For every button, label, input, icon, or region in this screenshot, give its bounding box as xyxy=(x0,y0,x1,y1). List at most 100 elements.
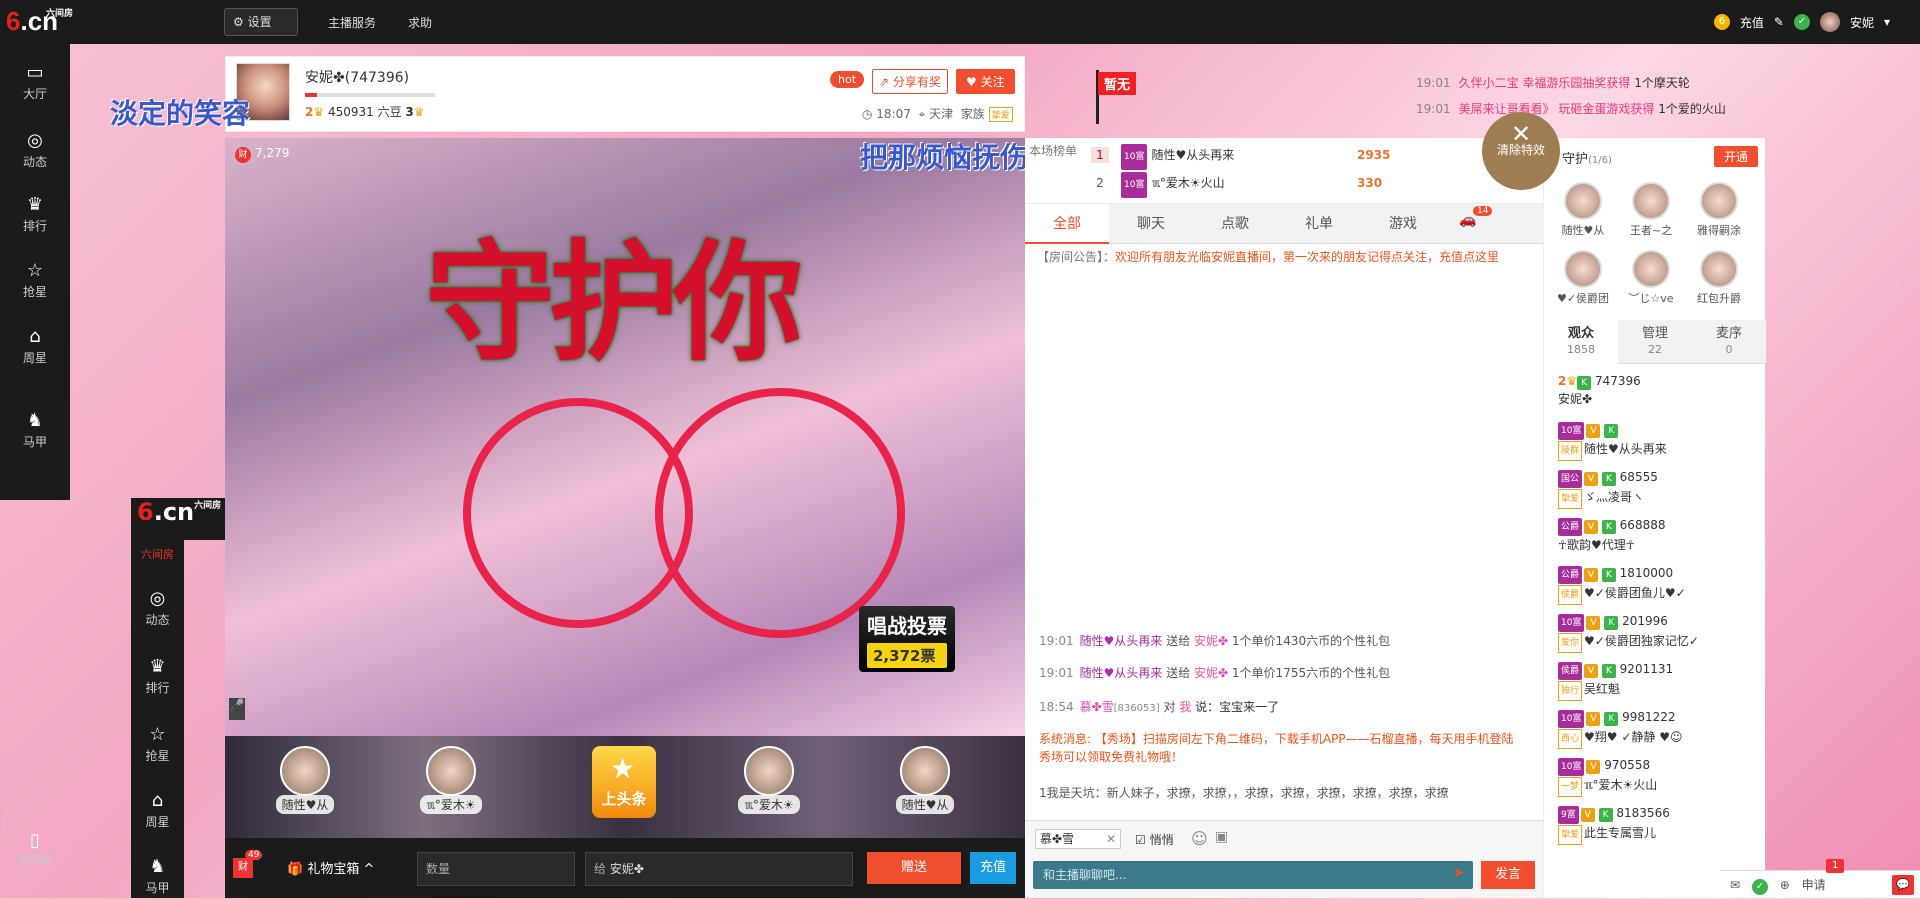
recipient-select[interactable]: 给 安妮✤ xyxy=(585,852,853,886)
nav-dynamic[interactable]: ◎ 动态 xyxy=(0,130,70,170)
video-player[interactable]: 财 7,279 守护你 唱战投票 2,372票 🎤 xyxy=(225,138,1025,736)
paper-plane-icon[interactable]: ➤ xyxy=(1453,865,1465,881)
crown-icon: ♛ xyxy=(149,656,166,677)
k-badge: K xyxy=(1577,376,1592,390)
strip-user[interactable]: 随性♥从 xyxy=(265,746,345,814)
recharge-button[interactable]: 充值 xyxy=(970,852,1016,884)
viewer-row[interactable]: 公爵 V K 1810000 侯爵 ♥✓侯爵团鱼儿♥✓ xyxy=(1558,564,1758,605)
user-area: 6 充值 ✎ ✓ 安妮 ▾ xyxy=(1713,12,1890,32)
user-avatar[interactable] xyxy=(1819,12,1840,32)
tab-audience[interactable]: 观众 1858 xyxy=(1544,320,1618,364)
emoji-icon[interactable]: ☺ xyxy=(1191,829,1208,848)
nav2-dynamic[interactable]: ◎ 动态 xyxy=(131,588,184,628)
tab-song[interactable]: 点歌 xyxy=(1193,204,1277,244)
quantity-input[interactable]: 数量 xyxy=(417,852,575,886)
headline-button[interactable]: ★ 上头条 xyxy=(592,746,656,818)
site-logo[interactable]: 6.cn 六间房 xyxy=(6,6,73,37)
chat-target-select[interactable]: 慕✤雪 ✕ xyxy=(1035,829,1121,849)
guard-member[interactable]: 雅得嗣涂 xyxy=(1688,182,1750,238)
family-tag[interactable]: 挚爱 xyxy=(988,107,1013,122)
open-guard-button[interactable]: 开通 xyxy=(1714,146,1759,167)
fortune-icon[interactable]: 财 xyxy=(233,858,253,878)
username[interactable]: 安妮 xyxy=(1850,14,1874,31)
rank-row[interactable]: 2 10富 ℼ°爱木☀火山 330 xyxy=(1091,170,1531,198)
viewer-row[interactable]: 10富 V 970558 一梦 ℼ°爱木☀火山 xyxy=(1558,756,1758,797)
edit-icon[interactable]: ✎ xyxy=(1774,15,1784,29)
strip-user[interactable]: ℼ°爱木☀ xyxy=(729,746,809,814)
treasure-box-button[interactable]: 🎁 礼物宝箱 ^ xyxy=(287,858,374,877)
crown-icon: ♛ xyxy=(413,105,425,119)
guard-member[interactable]: 红包升爵 xyxy=(1688,250,1750,306)
guard-member[interactable]: 随性♥从 xyxy=(1552,182,1614,238)
nav-rank[interactable]: ♛ 排行 xyxy=(0,194,70,234)
viewer-row[interactable]: 10富 V K 陵群 随性♥从头再来 xyxy=(1558,420,1758,461)
tab-all[interactable]: 全部 xyxy=(1025,204,1109,244)
mobile-version-link[interactable]: ▯ 移动版 xyxy=(10,830,60,867)
image-icon[interactable]: ▣ xyxy=(1215,829,1228,845)
guard-member[interactable]: 王者~之 xyxy=(1620,182,1682,238)
viewer-row[interactable]: 国公 V K 68555 挚爱 ゞ灬凌哥ヽ xyxy=(1558,468,1758,509)
chat-panel: 本场榜单 1 10富 随性♥从头再来 2935 2 10富 ℼ°爱木☀火山 330 全部 聊… xyxy=(1025,138,1543,898)
gift-animation-text: 守护你 xyxy=(425,226,803,379)
tab-games[interactable]: 游戏 xyxy=(1361,204,1445,244)
anchor-service-link[interactable]: 主播服务 xyxy=(328,14,376,31)
nav2-vest[interactable]: ♞ 马甲 xyxy=(131,856,184,896)
chevron-down-icon[interactable]: ▾ xyxy=(1884,15,1890,29)
check-icon[interactable]: ✓ xyxy=(1751,879,1768,895)
viewer-row[interactable]: 侯爵 V K 9201131 独行 吴红魁 xyxy=(1558,660,1758,701)
close-icon[interactable]: ✕ xyxy=(1106,830,1116,848)
nav-star[interactable]: ☆ 抢星 xyxy=(0,260,70,300)
tab-mic-queue[interactable]: 麦序 0 xyxy=(1692,320,1766,364)
share-button[interactable]: ⇗ 分享有奖 xyxy=(872,69,948,94)
guard-member[interactable]: ︶じ☆ve xyxy=(1620,250,1682,306)
nav-weekstar[interactable]: ⌂ 周星 xyxy=(0,326,70,366)
nav2-weekstar[interactable]: ⌂ 周星 xyxy=(131,790,184,830)
apply-link[interactable]: 申请 xyxy=(1802,878,1826,892)
vote-widget[interactable]: 唱战投票 2,372票 xyxy=(859,606,955,672)
nav-vest[interactable]: ♞ 马甲 xyxy=(0,410,70,450)
share-icon: ⇗ xyxy=(879,75,893,89)
chat-bubble-icon[interactable]: 💬 xyxy=(1892,875,1914,895)
v-badge: V xyxy=(1584,472,1599,486)
send-message-button[interactable]: 发言 xyxy=(1481,861,1535,889)
help-link[interactable]: 求助 xyxy=(408,14,432,31)
chat-message: 18:54 慕✤雪[836053] 对 我 说：宝宝来一了 xyxy=(1039,700,1280,714)
tab-gifts[interactable]: 礼单 xyxy=(1277,204,1361,244)
chat-input[interactable]: 和主播聊聊吧... xyxy=(1033,861,1473,889)
star-icon: ☆ xyxy=(26,260,44,281)
heart-icon: ♥ xyxy=(966,75,981,89)
nav-hall[interactable]: ▭ 大厅 xyxy=(0,62,70,102)
mail-icon[interactable]: ✉ xyxy=(1730,878,1740,892)
recharge-link[interactable]: 充值 xyxy=(1740,14,1764,31)
tab-chat[interactable]: 聊天 xyxy=(1109,204,1193,244)
gift-icon: 🎁 xyxy=(287,862,308,877)
viewer-row[interactable]: 2♛ K 747396 安妮✤ xyxy=(1558,372,1758,408)
tab-admins[interactable]: 管理 22 xyxy=(1618,320,1692,364)
top-bar: 6.cn 六间房 ⚙ 设置 主播服务 求助 6 充值 ✎ ✓ 安妮 ▾ xyxy=(0,0,1920,44)
viewer-row[interactable]: 公爵 V K 668888 ☥歌韵♥代理☥ xyxy=(1558,516,1758,554)
rank-row[interactable]: 1 10富 随性♥从头再来 2935 xyxy=(1091,142,1531,170)
viewer-row[interactable]: 10富 V K 9981222 西心 ♥翔♥ ✓静静 ♥☺ xyxy=(1558,708,1758,749)
viewer-row[interactable]: 9富 V K 8183566 挚爱 此生专属雪儿 xyxy=(1558,804,1758,845)
microphone-icon[interactable]: 🎤 xyxy=(229,698,245,720)
live-rank: 本场榜单 1 10富 随性♥从头再来 2935 2 10富 ℼ°爱木☀火山 330 xyxy=(1025,138,1543,204)
follow-button[interactable]: ♥ 关注 xyxy=(956,69,1015,94)
close-icon: ✕ xyxy=(1510,120,1532,148)
nav2-hall[interactable]: 六间房 xyxy=(131,546,184,562)
car-icon[interactable]: 🚗 14 xyxy=(1459,206,1493,228)
strip-user[interactable]: ℼ°爱木☀ xyxy=(411,746,491,814)
coin-icon: 6 xyxy=(1713,14,1730,30)
zoom-icon[interactable]: ⊕ xyxy=(1780,878,1790,892)
strip-user[interactable]: 随性♥从 xyxy=(885,746,965,814)
settings-button[interactable]: ⚙ 设置 xyxy=(224,8,298,36)
guard-member[interactable]: ♥✓侯爵团 xyxy=(1552,250,1614,306)
whisper-checkbox[interactable]: ☑ 悄悄 xyxy=(1135,831,1174,848)
send-gift-button[interactable]: 赠送 xyxy=(867,852,961,884)
nav2-rank[interactable]: ♛ 排行 xyxy=(131,656,184,696)
tv-icon: ▭ xyxy=(26,62,44,83)
site-logo-overlay[interactable]: 6.cn六间房 xyxy=(131,498,225,540)
viewer-row[interactable]: 10富 V K 201996 爱你 ♥✓侯爵团独家记忆✓ xyxy=(1558,612,1758,653)
system-message: 系统消息: 【秀场】扫描房间左下角二维码，下载手机APP——石榴直播，每天用手机… xyxy=(1039,732,1514,764)
clear-effects-button[interactable]: ✕ 清除特效 xyxy=(1482,112,1560,190)
nav2-star[interactable]: ☆ 抢星 xyxy=(131,724,184,764)
